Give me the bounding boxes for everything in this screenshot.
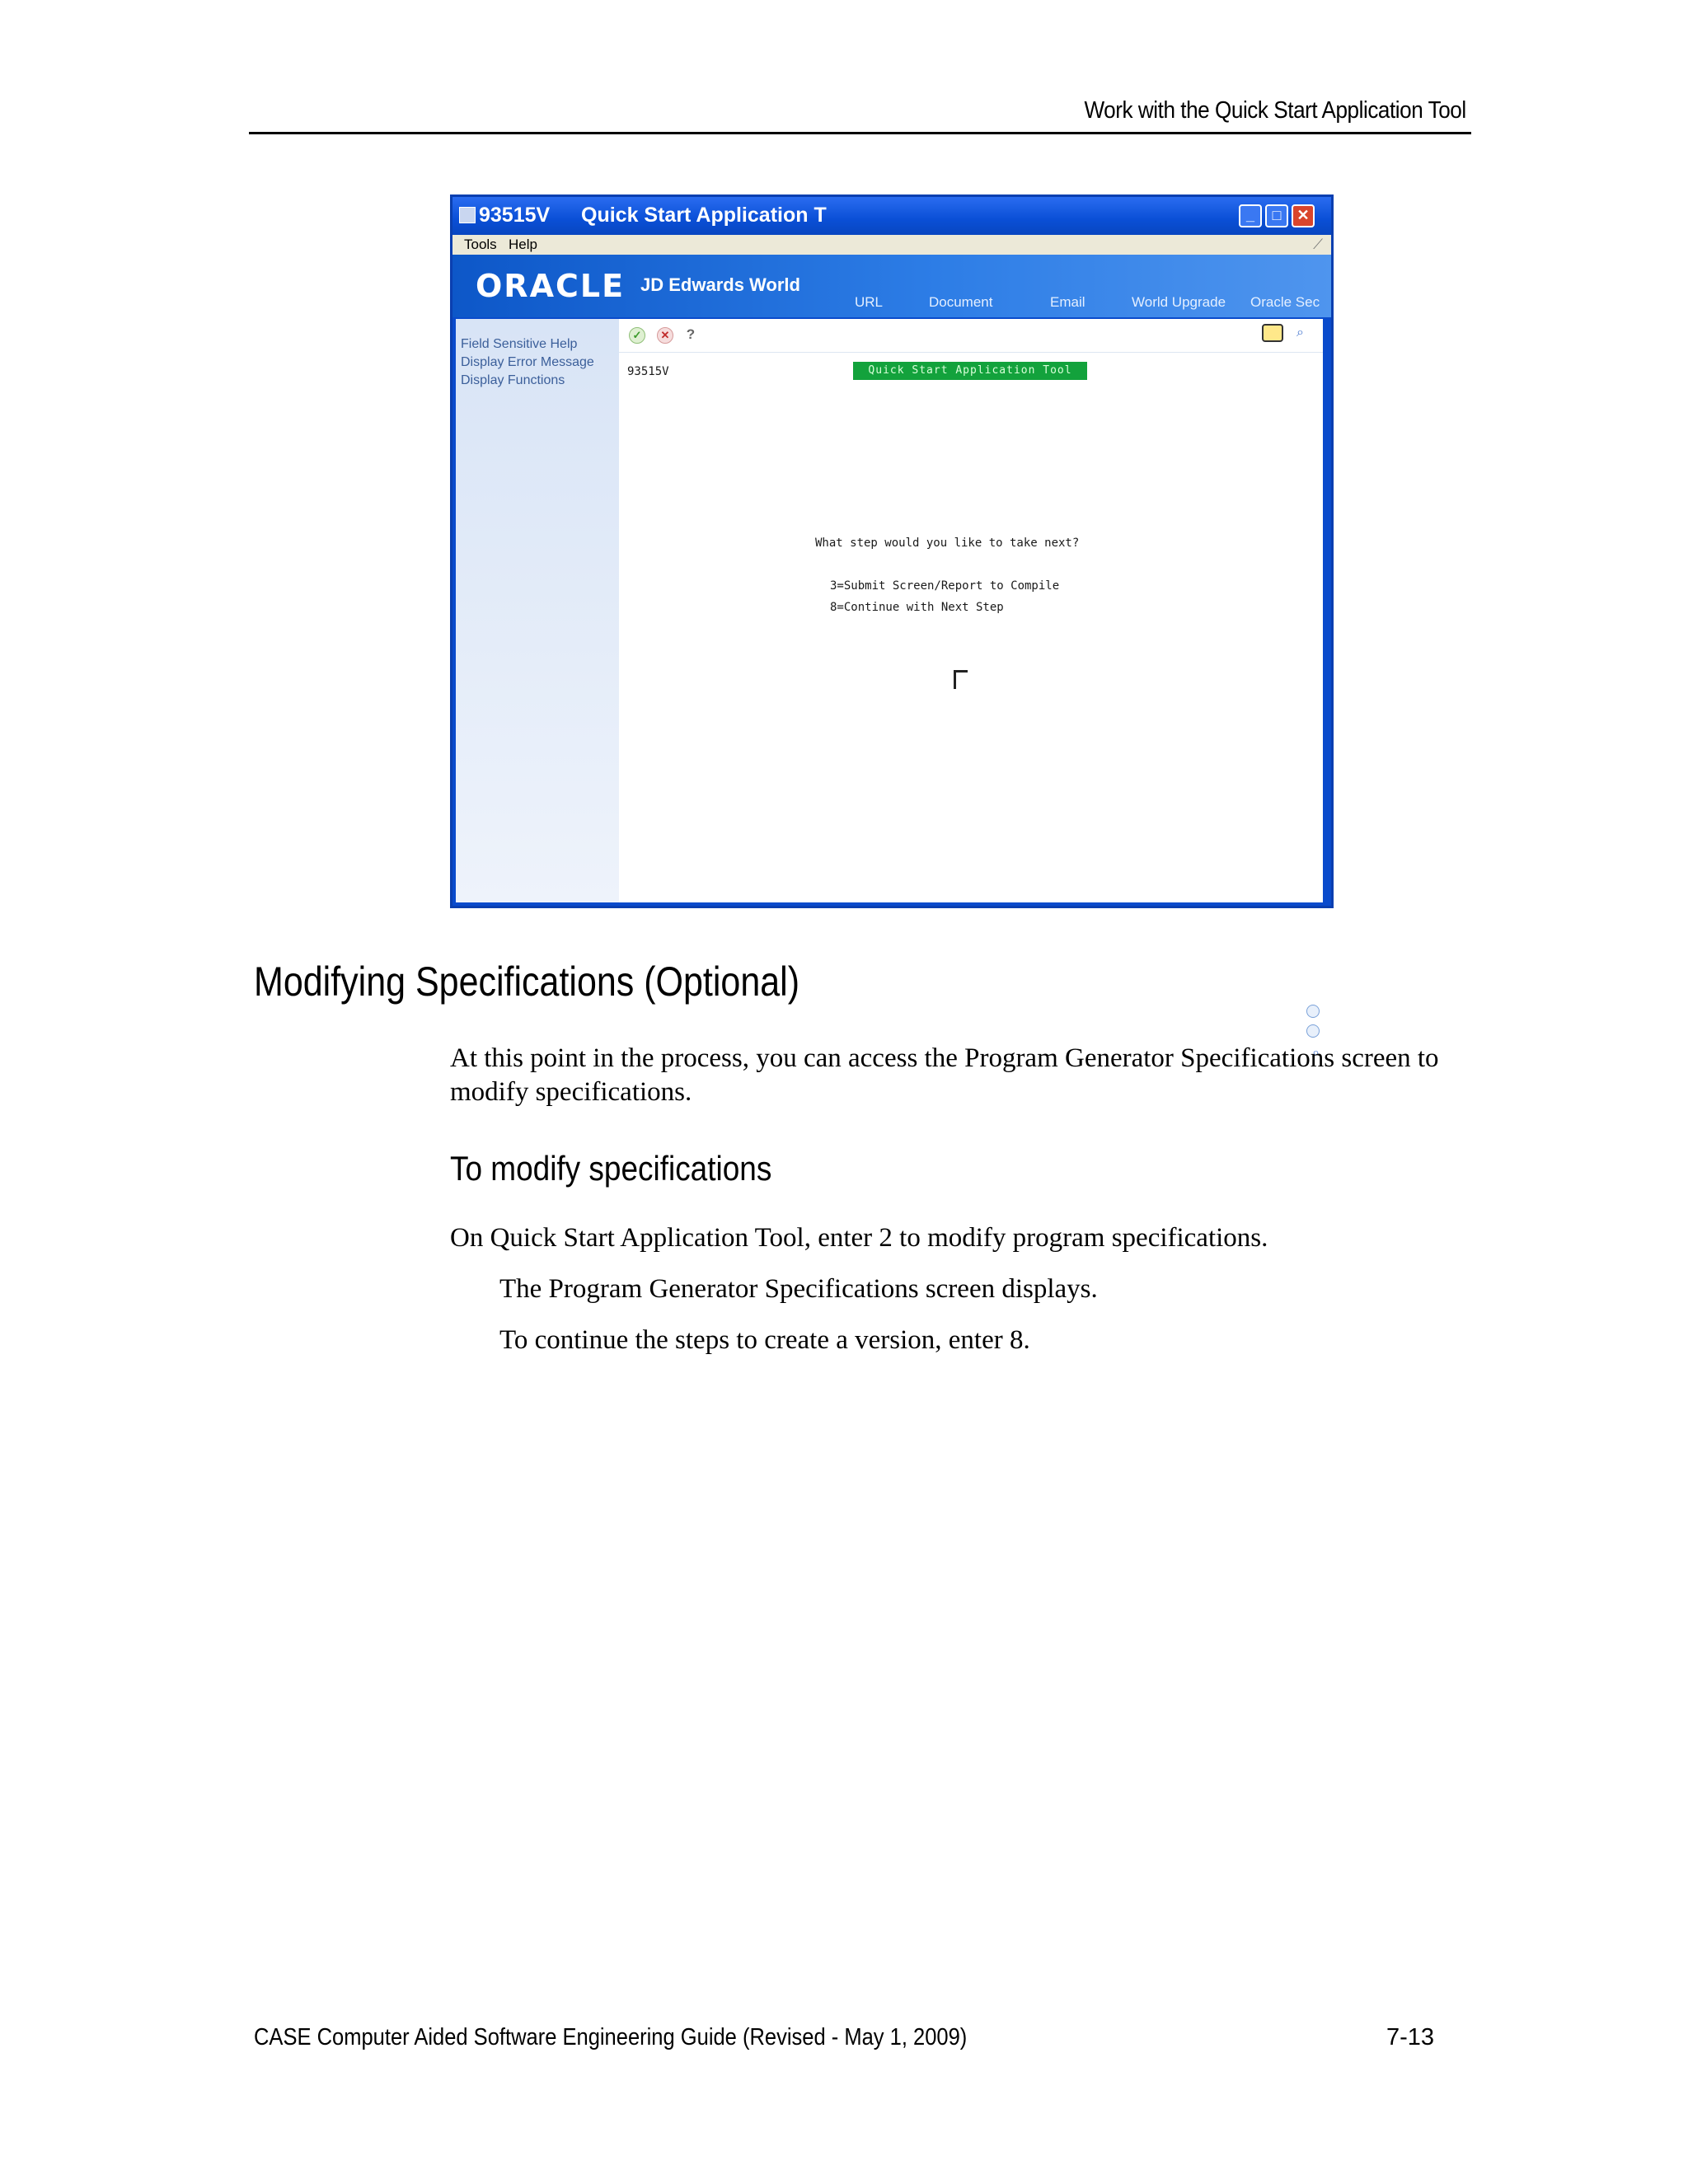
toolbar-divider [619,352,1323,353]
footer-guide-title: CASE Computer Aided Software Engineering… [254,2024,968,2050]
minimize-button[interactable]: _ [1239,204,1262,227]
menu-help[interactable]: Help [509,237,537,253]
window-titlebar: 93515V Quick Start Application T _ □ ✕ [452,197,1331,235]
nav-link-world-upgrade[interactable]: World Upgrade [1132,294,1226,311]
sidebar-item-field-help[interactable]: Field Sensitive Help [461,337,577,352]
procedure-heading: To modify specifications [450,1149,772,1188]
close-icon: ✕ [1296,207,1310,223]
intro-paragraph: At this point in the process, you can ac… [450,1043,1439,1107]
x-icon[interactable]: ✕ [657,327,673,344]
procedure-step: On Quick Start Application Tool, enter 2… [450,1223,1268,1253]
maximize-button[interactable]: □ [1265,204,1288,227]
terminal-content: ✓ ✕ ? ⌕ 93515V Quick Start Application T… [619,319,1323,1060]
application-window-screenshot: 93515V Quick Start Application T _ □ ✕ T… [450,194,1334,1060]
window-title: Quick Start Application T [581,204,827,227]
running-header: Work with the Quick Start Application To… [249,97,1471,134]
menu-tools[interactable]: Tools [464,237,497,253]
section-heading: Modifying Specifications (Optional) [254,958,800,1005]
oracle-banner: ORACLE JD Edwards World URL Document Ema… [452,255,1331,317]
nav-link-url[interactable]: URL [855,294,883,311]
step-result-1: The Program Generator Specifications scr… [499,1274,1098,1304]
sidebar-item-functions[interactable]: Display Functions [461,373,565,388]
screen-title: Quick Start Application Tool [853,362,1087,380]
nav-link-document[interactable]: Document [929,294,992,311]
magnifier-icon[interactable]: ⌕ [1296,326,1311,340]
nav-link-oracle-sec[interactable]: Oracle Sec [1250,294,1320,311]
close-button[interactable]: ✕ [1292,204,1315,227]
scroll-up-icon[interactable] [1306,1005,1320,1018]
question-icon[interactable]: ? [683,327,698,342]
input-cursor[interactable] [954,670,968,689]
speech-bubble-icon[interactable] [1262,324,1283,342]
option-submit: 3=Submit Screen/Report to Compile [830,579,1060,593]
prompt-question: What step would you like to take next? [815,537,1080,550]
scroll-down-icon[interactable] [1306,1024,1320,1038]
running-header-title: Work with the Quick Start Application To… [1084,97,1467,124]
step-result-2: To continue the steps to create a versio… [499,1325,1030,1355]
program-id: 93515V [627,365,669,378]
app-icon [459,207,476,223]
checkmark-icon[interactable]: ✓ [629,327,645,344]
sidebar-item-error-message[interactable]: Display Error Message [461,355,594,370]
option-continue: 8=Continue with Next Step [830,601,1004,614]
maximize-icon: □ [1272,207,1282,223]
window-id: 93515V [479,204,551,227]
resize-grip-icon: ⟋ [1313,237,1323,252]
nav-link-email[interactable]: Email [1050,294,1085,311]
footer-page-number: 7-13 [1386,2024,1435,2050]
product-name: JD Edwards World [640,274,800,295]
oracle-logo: ORACLE [476,268,626,304]
minimize-icon: _ [1245,207,1254,223]
menu-bar: Tools Help ⟋ [452,235,1331,255]
function-sidebar: Field Sensitive Help Display Error Messa… [456,319,619,902]
